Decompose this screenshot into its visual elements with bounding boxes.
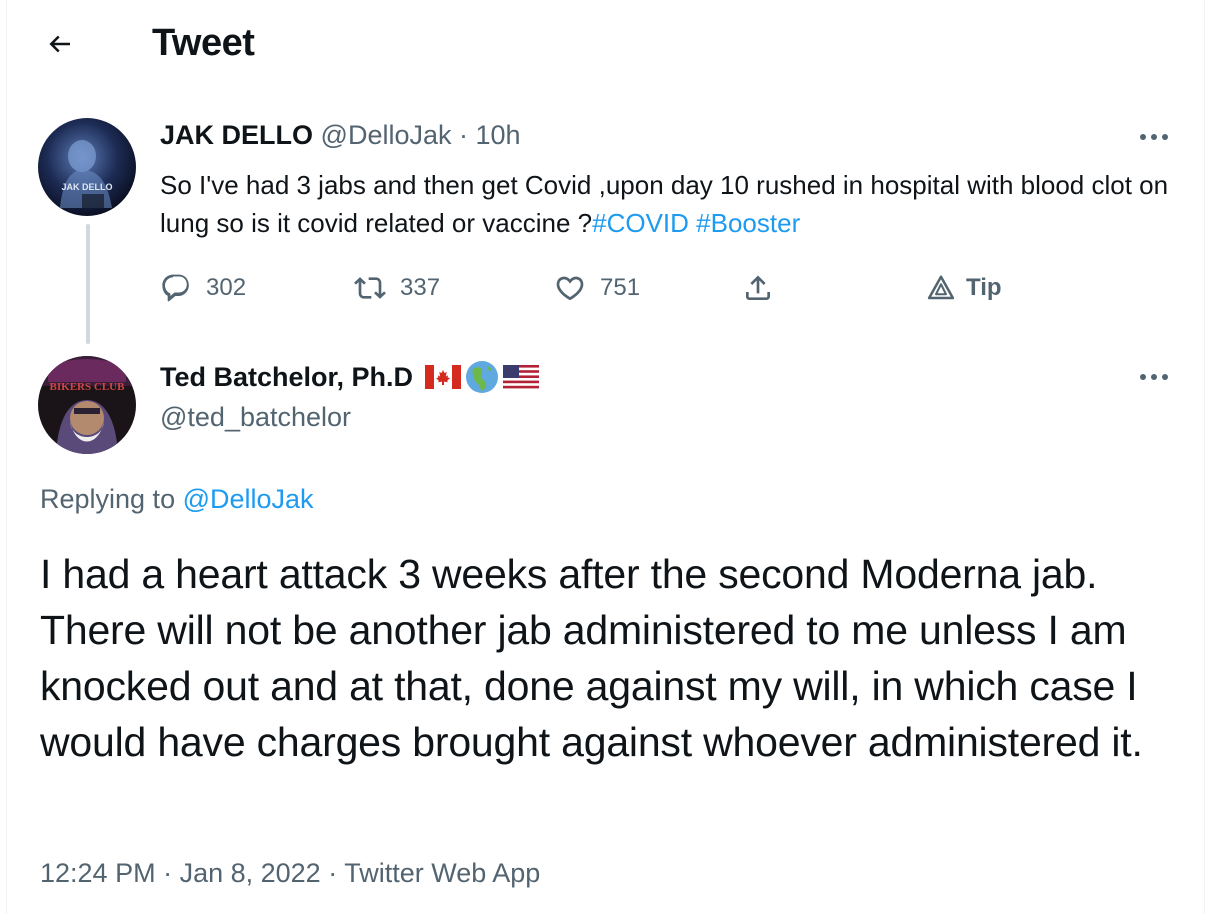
replying-to: Replying to @DelloJak <box>40 484 314 515</box>
us-flag-icon <box>503 365 540 389</box>
tip-triangle-icon <box>927 275 955 300</box>
avatar-caption: BIKERS CLUB <box>50 381 126 393</box>
hashtag-link[interactable]: #Booster <box>696 208 800 238</box>
frame-left-border <box>6 0 7 914</box>
retweet-count: 337 <box>400 274 441 301</box>
retweet-icon <box>354 277 386 299</box>
avatar[interactable]: BIKERS CLUB <box>38 356 136 454</box>
tweet-actions: 302 337 751 Tip <box>0 266 1214 310</box>
hashtag-link[interactable]: #COVID <box>592 208 689 238</box>
replying-prefix: Replying to <box>40 484 183 514</box>
page-header: Tweet <box>0 0 1214 86</box>
tweet1-header: JAK DELLO @DelloJak · 10h <box>160 120 521 151</box>
share-icon <box>746 275 770 300</box>
tweet-time[interactable]: 10h <box>475 120 520 150</box>
dot-separator: · <box>320 858 345 888</box>
tweet-time[interactable]: 12:24 PM <box>40 858 156 888</box>
avatar[interactable]: JAK DELLO <box>38 118 136 216</box>
reply-count: 302 <box>206 274 247 301</box>
like-count: 751 <box>600 274 641 301</box>
heart-icon <box>556 276 584 301</box>
retweet-button[interactable]: 337 <box>354 266 440 310</box>
frame-right-border <box>1204 0 1205 914</box>
tweet-source: Twitter Web App <box>344 858 541 888</box>
reply-icon <box>162 274 189 302</box>
tip-label: Tip <box>966 274 1002 301</box>
canada-flag-icon <box>425 365 462 389</box>
author-name[interactable]: Ted Batchelor, Ph.D <box>160 362 413 393</box>
author-name[interactable]: JAK DELLO <box>160 120 313 150</box>
share-button[interactable] <box>742 266 774 310</box>
arrow-left-icon <box>49 35 70 53</box>
more-options-button[interactable] <box>1134 362 1174 392</box>
tweet2-text: I had a heart attack 3 weeks after the s… <box>40 551 1143 765</box>
page-title: Tweet <box>152 22 255 64</box>
more-dot-icon <box>1151 134 1157 140</box>
more-options-button[interactable] <box>1134 122 1174 152</box>
more-dot-icon <box>1140 134 1146 140</box>
dot-separator: · <box>451 120 476 150</box>
author-handle[interactable]: @ted_batchelor <box>160 402 351 433</box>
avatar-image: BIKERS CLUB <box>38 356 136 454</box>
more-dot-icon <box>1162 134 1168 140</box>
emoji-group <box>425 360 540 394</box>
more-dot-icon <box>1140 374 1146 380</box>
author-handle[interactable]: @DelloJak <box>321 120 452 150</box>
avatar-caption: JAK DELLO <box>61 182 112 192</box>
globe-americas-icon <box>466 361 499 393</box>
tweet2-author: Ted Batchelor, Ph.D <box>160 360 540 394</box>
more-dot-icon <box>1162 374 1168 380</box>
avatar-image: JAK DELLO <box>38 118 136 216</box>
like-button[interactable]: 751 <box>554 266 640 310</box>
dot-separator: · <box>155 858 180 888</box>
more-dot-icon <box>1151 374 1157 380</box>
back-button[interactable] <box>38 22 82 66</box>
mention-link[interactable]: @DelloJak <box>183 484 314 514</box>
reply-button[interactable]: 302 <box>160 266 246 310</box>
tweet-meta: 12:24 PM · Jan 8, 2022 · Twitter Web App <box>40 858 540 889</box>
tip-button[interactable]: Tip <box>926 266 1002 310</box>
tweet1-text: So I've had 3 jabs and then get Covid ,u… <box>160 166 1170 242</box>
tweet-date[interactable]: Jan 8, 2022 <box>180 858 321 888</box>
